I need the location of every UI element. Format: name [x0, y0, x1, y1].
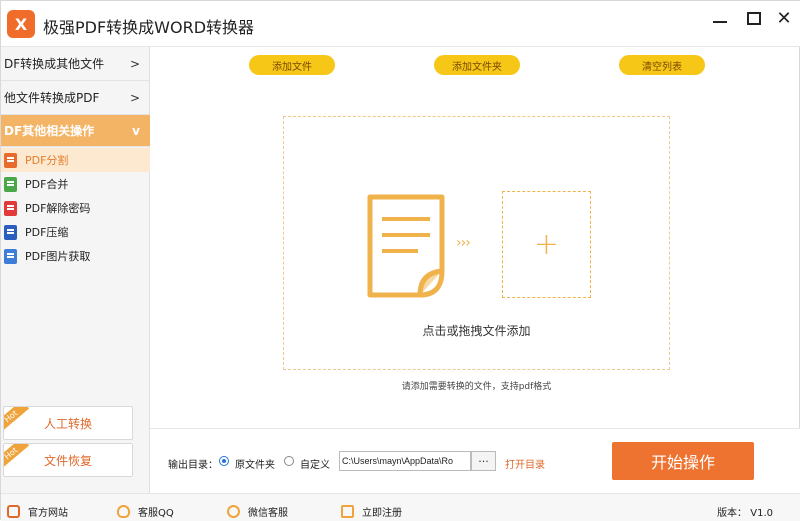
close-button[interactable]: ✕	[773, 7, 795, 29]
sub-item-pdf-compress[interactable]: PDF压缩	[1, 220, 150, 244]
sub-item-pdf-unlock[interactable]: PDF解除密码	[1, 196, 150, 220]
footer-bar: 官方网站 客服QQ 微信客服 立即注册 版本： V1.0	[1, 493, 800, 521]
wechat-label: 微信客服	[248, 508, 288, 519]
document-icon	[367, 194, 445, 298]
manual-convert-button[interactable]: Hot 人工转换	[3, 406, 133, 440]
original-folder-label: 原文件夹	[235, 460, 275, 471]
menu-other-to-pdf[interactable]: 他文件转换成PDF >	[1, 81, 150, 115]
register-icon	[341, 505, 354, 518]
sub-item-label: PDF图片获取	[25, 250, 91, 263]
open-directory-link[interactable]: 打开目录	[505, 456, 545, 471]
qq-link[interactable]: 客服QQ	[117, 504, 174, 519]
chevron-right-icon: >	[129, 56, 140, 71]
pdf-image-icon	[4, 249, 17, 264]
version-label: 版本： V1.0	[717, 508, 773, 519]
maximize-button[interactable]	[743, 7, 765, 29]
clear-list-button[interactable]: 清空列表	[619, 55, 705, 75]
sub-item-pdf-split[interactable]: PDF分割	[1, 148, 150, 172]
menu-pdf-other-ops[interactable]: DF其他相关操作 v	[1, 115, 150, 147]
menu-label: 他文件转换成PDF	[4, 91, 100, 105]
register-label: 立即注册	[362, 508, 402, 519]
plus-icon: +	[533, 227, 560, 262]
title-bar: X 极强PDF转换成WORD转换器 ✕	[1, 1, 800, 47]
custom-folder-label: 自定义	[300, 460, 330, 471]
output-dir-label: 输出目录：	[168, 460, 218, 471]
pdf-unlock-icon	[4, 201, 17, 216]
sub-item-label: PDF合并	[25, 178, 69, 191]
output-path-input[interactable]	[339, 451, 471, 471]
add-file-button[interactable]: 添加文件	[249, 55, 335, 75]
chevron-right-icon: >	[129, 90, 140, 105]
menu-label: DF其他相关操作	[4, 124, 95, 138]
app-window: X 极强PDF转换成WORD转换器 ✕ DF转换成其他文件 > 他文件转换成PD…	[0, 0, 800, 521]
pdf-merge-icon	[4, 177, 17, 192]
browse-button[interactable]: ···	[471, 451, 496, 471]
drop-hint-text: 点击或拖拽文件添加	[422, 324, 531, 338]
menu-pdf-to-other[interactable]: DF转换成其他文件 >	[1, 47, 150, 81]
website-label: 官方网站	[28, 508, 68, 519]
manual-convert-label: 人工转换	[43, 416, 92, 431]
website-link[interactable]: 官方网站	[7, 504, 68, 519]
maximize-icon	[747, 11, 761, 25]
qq-label: 客服QQ	[138, 508, 174, 519]
sub-item-pdf-image[interactable]: PDF图片获取	[1, 244, 150, 268]
file-drop-zone[interactable]: ››› + 点击或拖拽文件添加	[283, 116, 670, 370]
file-recover-label: 文件恢复	[43, 453, 92, 468]
close-icon: ✕	[776, 7, 792, 29]
app-title: 极强PDF转换成WORD转换器	[43, 18, 255, 37]
chevron-down-icon: v	[132, 123, 140, 138]
file-recover-button[interactable]: Hot 文件恢复	[3, 443, 133, 477]
menu-label: DF转换成其他文件	[4, 57, 105, 71]
app-logo-icon: X	[7, 10, 35, 38]
qq-icon	[117, 505, 130, 518]
hot-badge: Hot	[4, 407, 30, 433]
sub-item-pdf-merge[interactable]: PDF合并	[1, 172, 150, 196]
sub-item-label: PDF解除密码	[25, 202, 91, 215]
sub-item-label: PDF压缩	[25, 226, 69, 239]
wechat-icon	[227, 505, 240, 518]
sub-item-label: PDF分割	[25, 154, 69, 167]
radio-original-folder[interactable]	[219, 456, 229, 466]
minimize-icon	[713, 21, 727, 23]
format-hint: 请添加需要转换的文件，支持pdf格式	[401, 382, 552, 392]
add-folder-button[interactable]: 添加文件夹	[434, 55, 520, 75]
register-link[interactable]: 立即注册	[341, 504, 402, 519]
sidebar: DF转换成其他文件 > 他文件转换成PDF > DF其他相关操作 v PDF分割…	[1, 47, 150, 493]
radio-custom-folder[interactable]	[284, 456, 294, 466]
start-button[interactable]: 开始操作	[612, 442, 754, 480]
wechat-link[interactable]: 微信客服	[227, 504, 288, 519]
monitor-icon	[7, 505, 20, 518]
hot-badge: Hot	[4, 444, 30, 470]
add-box[interactable]: +	[502, 191, 591, 298]
minimize-button[interactable]	[709, 7, 731, 29]
pdf-compress-icon	[4, 225, 17, 240]
arrows-icon: ›››	[456, 235, 471, 251]
pdf-split-icon	[4, 153, 17, 168]
